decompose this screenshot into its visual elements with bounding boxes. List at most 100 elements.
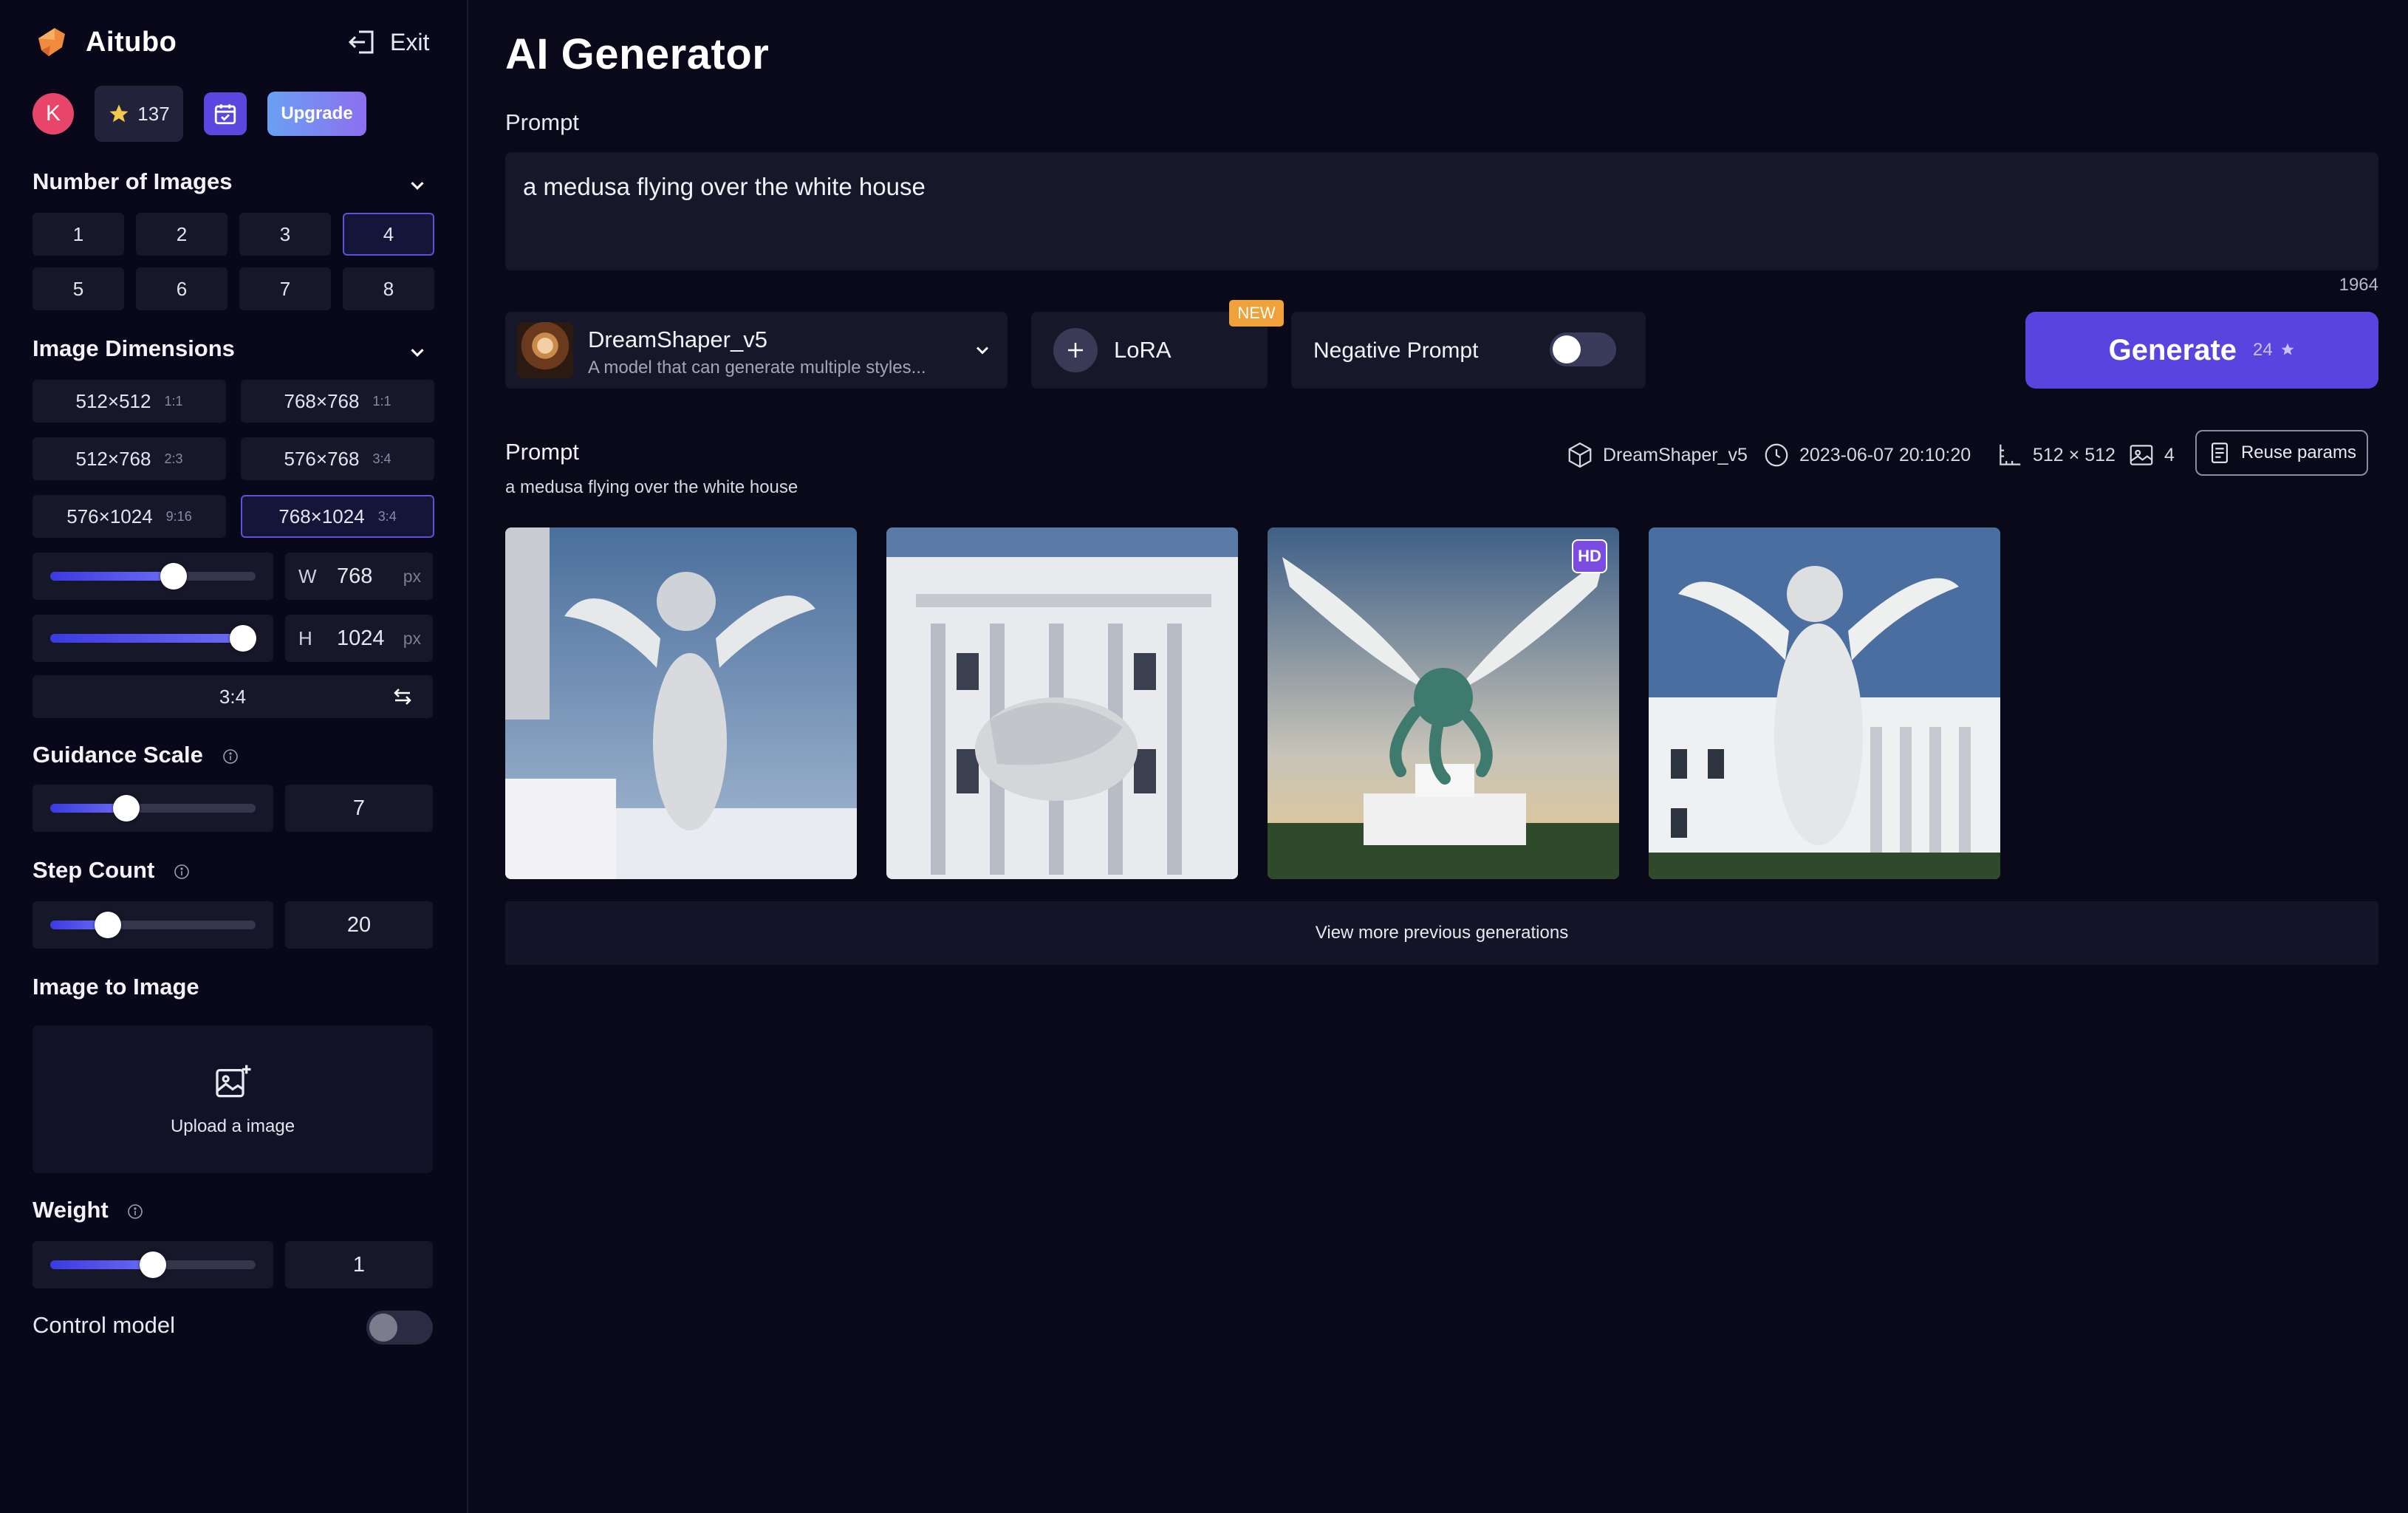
upload-image-area[interactable]: Upload a image (33, 1025, 433, 1173)
weight-value[interactable]: 1 (285, 1241, 433, 1288)
height-slider[interactable] (33, 615, 273, 662)
dimension-option[interactable]: 768×768 1:1 (241, 380, 434, 423)
exit-button[interactable]: Exit (347, 22, 429, 62)
dimension-option[interactable]: 576×1024 9:16 (33, 495, 226, 538)
upgrade-button[interactable]: Upgrade (267, 92, 366, 136)
slider-thumb[interactable] (160, 563, 187, 590)
daily-checkin-button[interactable] (204, 92, 247, 135)
guidance-scale-title: Guidance Scale (33, 742, 239, 768)
dimension-option[interactable]: 576×768 3:4 (241, 437, 434, 480)
num-images-option-2[interactable]: 2 (136, 213, 228, 256)
height-unit: px (403, 629, 421, 648)
model-name: DreamShaper_v5 (588, 327, 767, 352)
negative-prompt-toggle[interactable] (1550, 332, 1616, 366)
slider-fill (50, 572, 174, 581)
width-field[interactable]: W 768 px (285, 553, 433, 600)
num-images-option-3[interactable]: 3 (239, 213, 331, 256)
new-badge: NEW (1229, 300, 1284, 327)
history-model-name: DreamShaper_v5 (1603, 444, 1748, 465)
dimension-ratio: 2:3 (164, 451, 183, 466)
aspect-ratio-value: 3:4 (219, 685, 247, 708)
view-more-button[interactable]: View more previous generations (505, 901, 2378, 965)
dimension-ratio: 1:1 (372, 393, 391, 409)
dimension-option[interactable]: 512×768 2:3 (33, 437, 226, 480)
control-model-toggle[interactable] (366, 1311, 433, 1345)
step-count-slider[interactable] (33, 901, 273, 949)
slider-thumb[interactable] (112, 795, 140, 822)
num-images-option-1[interactable]: 1 (33, 213, 124, 256)
swap-icon[interactable] (391, 686, 414, 708)
weight-title: Weight (33, 1197, 144, 1223)
history-timestamp-value: 2023-06-07 20:10:20 (1799, 444, 1971, 465)
step-count-value[interactable]: 20 (285, 901, 433, 949)
width-slider[interactable] (33, 553, 273, 600)
sidebar: Aitubo Exit K 137 Upgrade Number of Imag… (0, 0, 468, 1513)
chevron-down-icon[interactable] (406, 174, 428, 197)
dimension-ratio: 3:4 (372, 451, 391, 466)
avatar[interactable]: K (33, 93, 74, 134)
slider-thumb[interactable] (94, 912, 121, 938)
ruler-icon (2000, 444, 2021, 465)
generated-image-1[interactable] (505, 527, 857, 879)
chevron-down-icon[interactable] (406, 341, 428, 363)
upload-label: Upload a image (170, 1116, 295, 1136)
history-prompt-text: a medusa flying over the white house (505, 477, 798, 497)
guidance-scale-value[interactable]: 7 (285, 785, 433, 832)
calendar-check-icon (214, 104, 236, 125)
exit-icon (348, 30, 374, 54)
model-selector[interactable]: DreamShaper_v5 A model that can generate… (505, 312, 1008, 389)
brand-name: Aitubo (86, 26, 177, 58)
height-value[interactable]: 1024 (337, 626, 385, 651)
dimension-option[interactable]: 768×1024 3:4 (241, 495, 434, 538)
generated-image-art (1649, 527, 2000, 879)
main-panel: AI Generator Prompt a medusa flying over… (470, 0, 2408, 1513)
generated-image-2[interactable] (886, 527, 1238, 879)
cube-icon (1568, 442, 1592, 468)
user-row: K 137 Upgrade (33, 86, 366, 142)
dimension-ratio: 3:4 (377, 508, 397, 524)
weight-slider[interactable] (33, 1241, 273, 1288)
credits-badge[interactable]: 137 (95, 86, 183, 142)
slider-track (50, 795, 256, 822)
width-value[interactable]: 768 (337, 564, 372, 589)
height-label: H (298, 627, 312, 649)
generated-image-art (886, 527, 1238, 879)
generate-cost-value: 24 (2253, 340, 2273, 360)
guidance-scale-slider[interactable] (33, 785, 273, 832)
height-field[interactable]: H 1024 px (285, 615, 433, 662)
dimension-size: 768×768 (284, 389, 360, 412)
history-size-value: 512 × 512 (2033, 444, 2115, 465)
prompt-input[interactable]: a medusa flying over the white house (505, 152, 2378, 270)
dimension-size: 576×768 (284, 447, 360, 470)
brand[interactable]: Aitubo (33, 21, 177, 64)
star-icon (2282, 343, 2294, 355)
num-images-option-4[interactable]: 4 (343, 213, 434, 256)
slider-thumb[interactable] (140, 1251, 166, 1278)
reuse-params-button[interactable]: Reuse params (2195, 430, 2368, 476)
dimension-size: 512×768 (75, 447, 151, 470)
generated-image-3[interactable]: HD (1268, 527, 1619, 879)
generated-image-art (505, 527, 857, 879)
num-images-option-7[interactable]: 7 (239, 267, 331, 310)
info-icon[interactable] (173, 863, 191, 881)
negative-prompt-panel: Negative Prompt (1291, 312, 1646, 389)
dimension-option[interactable]: 512×512 1:1 (33, 380, 226, 423)
clock-icon (1765, 443, 1788, 467)
generate-button[interactable]: Generate 24 (2025, 312, 2378, 389)
model-description: A model that can generate multiple style… (588, 358, 926, 378)
plus-icon (1053, 328, 1098, 372)
image-icon (2130, 445, 2153, 465)
step-count-title: Step Count (33, 857, 191, 884)
generated-image-4[interactable] (1649, 527, 2000, 879)
slider-thumb[interactable] (230, 625, 257, 652)
num-images-option-8[interactable]: 8 (343, 267, 434, 310)
num-images-option-5[interactable]: 5 (33, 267, 124, 310)
guidance-scale-label: Guidance Scale (33, 742, 203, 768)
num-images-option-6[interactable]: 6 (136, 267, 228, 310)
info-icon[interactable] (222, 748, 239, 765)
width-label: W (298, 565, 317, 587)
credits-count: 137 (137, 102, 170, 125)
generate-cost: 24 (2253, 340, 2295, 361)
add-image-icon (216, 1065, 251, 1098)
info-icon[interactable] (126, 1203, 144, 1220)
